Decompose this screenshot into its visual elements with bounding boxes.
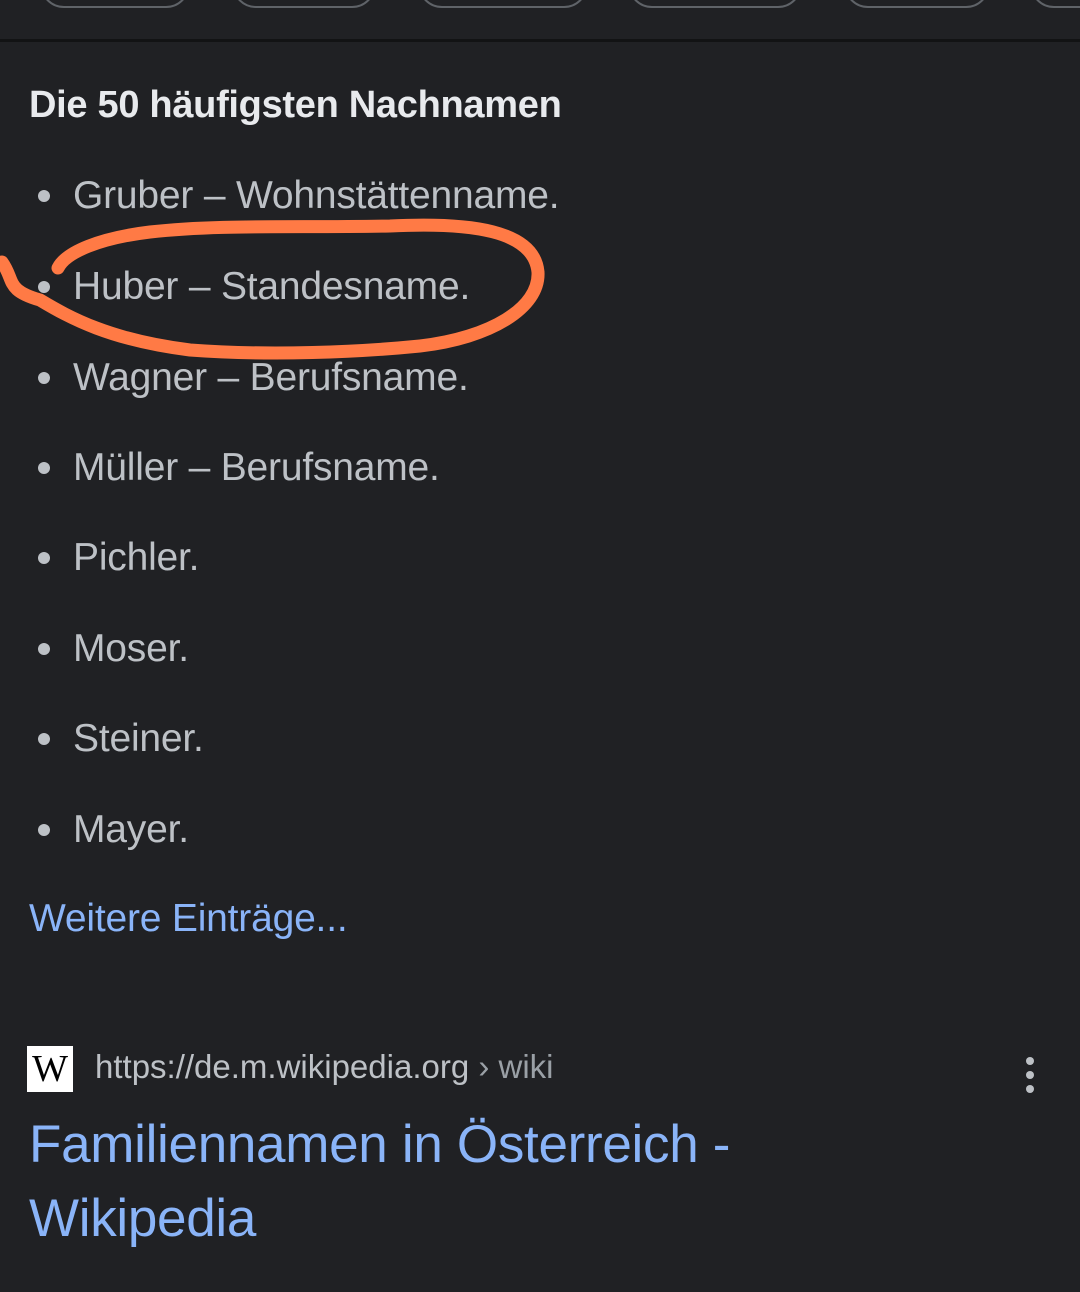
list-item: Steiner. [38,714,204,764]
bullet-icon [38,190,50,202]
list-item: Wagner – Berufsname. [38,353,469,403]
bullet-icon [38,462,50,474]
result-title-link[interactable]: Familiennamen in Österreich - Wikipedia [29,1108,929,1256]
bullet-icon [38,281,50,293]
filter-chip[interactable] [40,0,190,8]
bullet-icon [38,824,50,836]
filter-chip[interactable] [844,0,990,8]
more-entries-link[interactable]: Weitere Einträge... [29,897,348,941]
result-breadcrumb: › wiki [469,1048,554,1085]
more-vert-icon[interactable] [1008,1050,1052,1100]
filter-chip[interactable] [1030,0,1080,8]
list-item-text: Steiner. [73,717,204,760]
list-item-text: Müller – Berufsname. [73,446,440,489]
wikipedia-favicon-icon: W [27,1046,73,1092]
list-item: Gruber – Wohnstättenname. [38,171,560,221]
bullet-icon [38,372,50,384]
menu-dot [1026,1085,1034,1093]
list-item-text: Wagner – Berufsname. [73,356,469,399]
list-item: Pichler. [38,533,199,583]
bullet-icon [38,733,50,745]
filter-chip[interactable] [628,0,802,8]
filter-chip[interactable] [232,0,376,8]
list-item-text: Moser. [73,627,189,670]
result-url: https://de.m.wikipedia.org [95,1048,470,1085]
snippet-heading: Die 50 häufigsten Nachnamen [29,84,562,126]
list-item: Huber – Standesname. [38,262,470,312]
list-item: Müller – Berufsname. [38,443,440,493]
bullet-icon [38,552,50,564]
menu-dot [1026,1057,1034,1065]
list-item: Moser. [38,624,189,674]
result-source-url[interactable]: https://de.m.wikipedia.org › wiki [95,1048,554,1086]
list-item-text: Huber – Standesname. [73,265,471,308]
list-item-text: Pichler. [73,536,200,579]
header-divider [0,39,1080,42]
list-item-text: Gruber – Wohnstättenname. [73,174,560,217]
bullet-icon [38,643,50,655]
filter-chip[interactable] [418,0,588,8]
list-item: Mayer. [38,805,189,855]
filter-chip-row [0,0,1080,40]
list-item-text: Mayer. [73,808,189,851]
menu-dot [1026,1071,1034,1079]
